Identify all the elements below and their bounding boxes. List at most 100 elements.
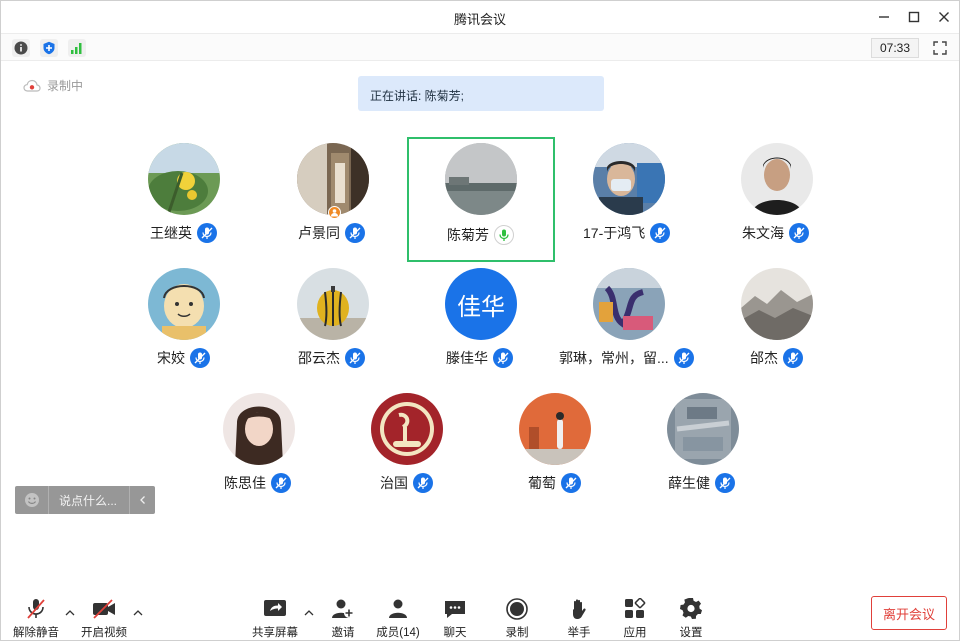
mic-muted-icon <box>413 473 433 493</box>
emoji-button[interactable] <box>15 486 49 514</box>
minimize-icon <box>879 16 889 18</box>
participant-tile-active-speaker[interactable]: 陈菊芳 <box>407 137 555 262</box>
participant-name: 滕佳华 <box>446 350 488 366</box>
participant-name-row: 薛生健 <box>668 472 735 494</box>
fullscreen-button[interactable] <box>931 39 949 57</box>
close-button[interactable] <box>933 7 955 27</box>
avatar <box>371 393 443 465</box>
participant-tile[interactable]: 17-于鸿飞 <box>556 138 702 260</box>
raise-hand-button[interactable]: 举手 <box>565 597 593 641</box>
participant-name-row: 卢景同 <box>298 222 365 244</box>
participant-name: 卢景同 <box>298 225 340 241</box>
hand-icon <box>573 599 586 619</box>
minimize-button[interactable] <box>873 7 895 27</box>
avatar <box>667 393 739 465</box>
participant-tile[interactable]: 卢景同 <box>260 138 406 260</box>
participant-tile[interactable]: 治国 <box>334 388 480 510</box>
apps-label: 应用 <box>623 627 647 639</box>
fullscreen-icon <box>933 41 947 55</box>
avatar <box>593 268 665 340</box>
avatar <box>223 393 295 465</box>
participant-name-row: 宋姣 <box>157 347 210 369</box>
video-options-chevron-up-icon[interactable] <box>132 607 144 619</box>
settings-label: 设置 <box>679 627 703 639</box>
unmute-label: 解除静音 <box>13 627 59 639</box>
chat-button[interactable]: 聊天 <box>441 597 469 641</box>
mic-muted-icon <box>715 473 735 493</box>
participant-name-row: 治国 <box>380 472 433 494</box>
add-user-icon <box>332 599 354 618</box>
mic-muted-icon <box>345 348 365 368</box>
participant-name-row: 王继英 <box>150 222 217 244</box>
mic-muted-icon <box>190 348 210 368</box>
share-screen-label: 共享屏幕 <box>252 627 298 639</box>
meeting-window: 腾讯会议 07:33 录制中 正在讲话: 陈菊芳; 王继英 卢景同 陈菊芳 17… <box>0 0 960 641</box>
unmute-button[interactable]: 解除静音 <box>13 597 59 641</box>
participant-tile[interactable]: 葡萄 <box>482 388 628 510</box>
mic-muted-icon <box>650 223 671 243</box>
video-off-icon <box>93 599 115 619</box>
meeting-timer: 07:33 <box>871 38 919 58</box>
mic-muted-icon <box>561 473 581 493</box>
participant-name: 郭琳，常州，留... <box>559 350 669 366</box>
collapse-chat-button[interactable] <box>129 486 155 514</box>
invite-button[interactable]: 邀请 <box>329 597 357 641</box>
settings-button[interactable]: 设置 <box>677 597 705 641</box>
participant-tile[interactable]: 郭琳，常州，留... <box>556 263 706 385</box>
smile-icon <box>24 493 39 507</box>
meeting-info-button[interactable] <box>12 39 30 57</box>
avatar-initials: 佳华 <box>445 268 517 340</box>
recording-indicator[interactable]: 录制中 <box>23 77 83 94</box>
participant-name-row: 17-于鸿飞 <box>583 222 671 244</box>
bottom-toolbar: 解除静音 开启视频 共享屏幕 邀请 成员(14) 聊天 录制 举手 应用 设置 <box>1 593 959 641</box>
cloud-record-icon <box>23 79 41 92</box>
mic-muted-icon <box>271 473 291 493</box>
raise-hand-label: 举手 <box>567 627 591 639</box>
host-icon <box>331 209 338 217</box>
start-video-label: 开启视频 <box>81 627 127 639</box>
chat-quick-input[interactable]: 说点什么... <box>15 486 155 514</box>
share-screen-button[interactable]: 共享屏幕 <box>251 597 299 641</box>
start-video-button[interactable]: 开启视频 <box>81 597 127 641</box>
participant-tile[interactable]: 陈思佳 <box>186 388 332 510</box>
share-options-chevron-up-icon[interactable] <box>303 607 315 619</box>
members-label: 成员(14) <box>376 627 420 639</box>
record-button[interactable]: 录制 <box>503 597 531 641</box>
close-icon <box>939 12 949 22</box>
participant-tile[interactable]: 佳华 滕佳华 <box>408 263 554 385</box>
participant-tile[interactable]: 邰杰 <box>704 263 850 385</box>
participant-name: 葡萄 <box>528 475 556 491</box>
participant-tile[interactable]: 朱文海 <box>704 138 850 260</box>
members-button[interactable]: 成员(14) <box>375 597 421 641</box>
audio-options-chevron-up-icon[interactable] <box>64 607 76 619</box>
avatar <box>741 143 813 215</box>
chat-input-placeholder[interactable]: 说点什么... <box>49 492 129 509</box>
meeting-info-bar: 07:33 <box>1 33 959 61</box>
mic-muted-icon <box>197 223 217 243</box>
signal-icon <box>71 43 82 54</box>
maximize-button[interactable] <box>903 7 925 27</box>
chat-label: 聊天 <box>443 627 467 639</box>
leave-meeting-button[interactable]: 离开会议 <box>871 596 947 630</box>
participant-tile[interactable]: 薛生健 <box>630 388 776 510</box>
participant-name-row: 邰杰 <box>750 347 803 369</box>
mic-speaking-icon <box>494 225 514 245</box>
participant-name-row: 滕佳华 <box>446 347 513 369</box>
network-status-button[interactable] <box>68 39 86 57</box>
avatar <box>519 393 591 465</box>
security-button[interactable] <box>40 39 58 57</box>
avatar <box>593 143 665 215</box>
apps-button[interactable]: 应用 <box>621 597 649 641</box>
participant-tile[interactable]: 宋姣 <box>111 263 257 385</box>
participant-name: 王继英 <box>150 225 192 241</box>
active-speaker-banner: 正在讲话: 陈菊芳; <box>358 76 604 111</box>
participant-name-row: 邵云杰 <box>298 347 365 369</box>
participant-tile[interactable]: 邵云杰 <box>260 263 406 385</box>
participant-tile[interactable]: 王继英 <box>111 138 257 260</box>
record-icon <box>506 598 528 620</box>
avatar <box>297 143 369 215</box>
mic-muted-icon <box>493 348 513 368</box>
avatar <box>148 143 220 215</box>
participant-name-row: 陈思佳 <box>224 472 291 494</box>
host-badge <box>328 206 341 219</box>
